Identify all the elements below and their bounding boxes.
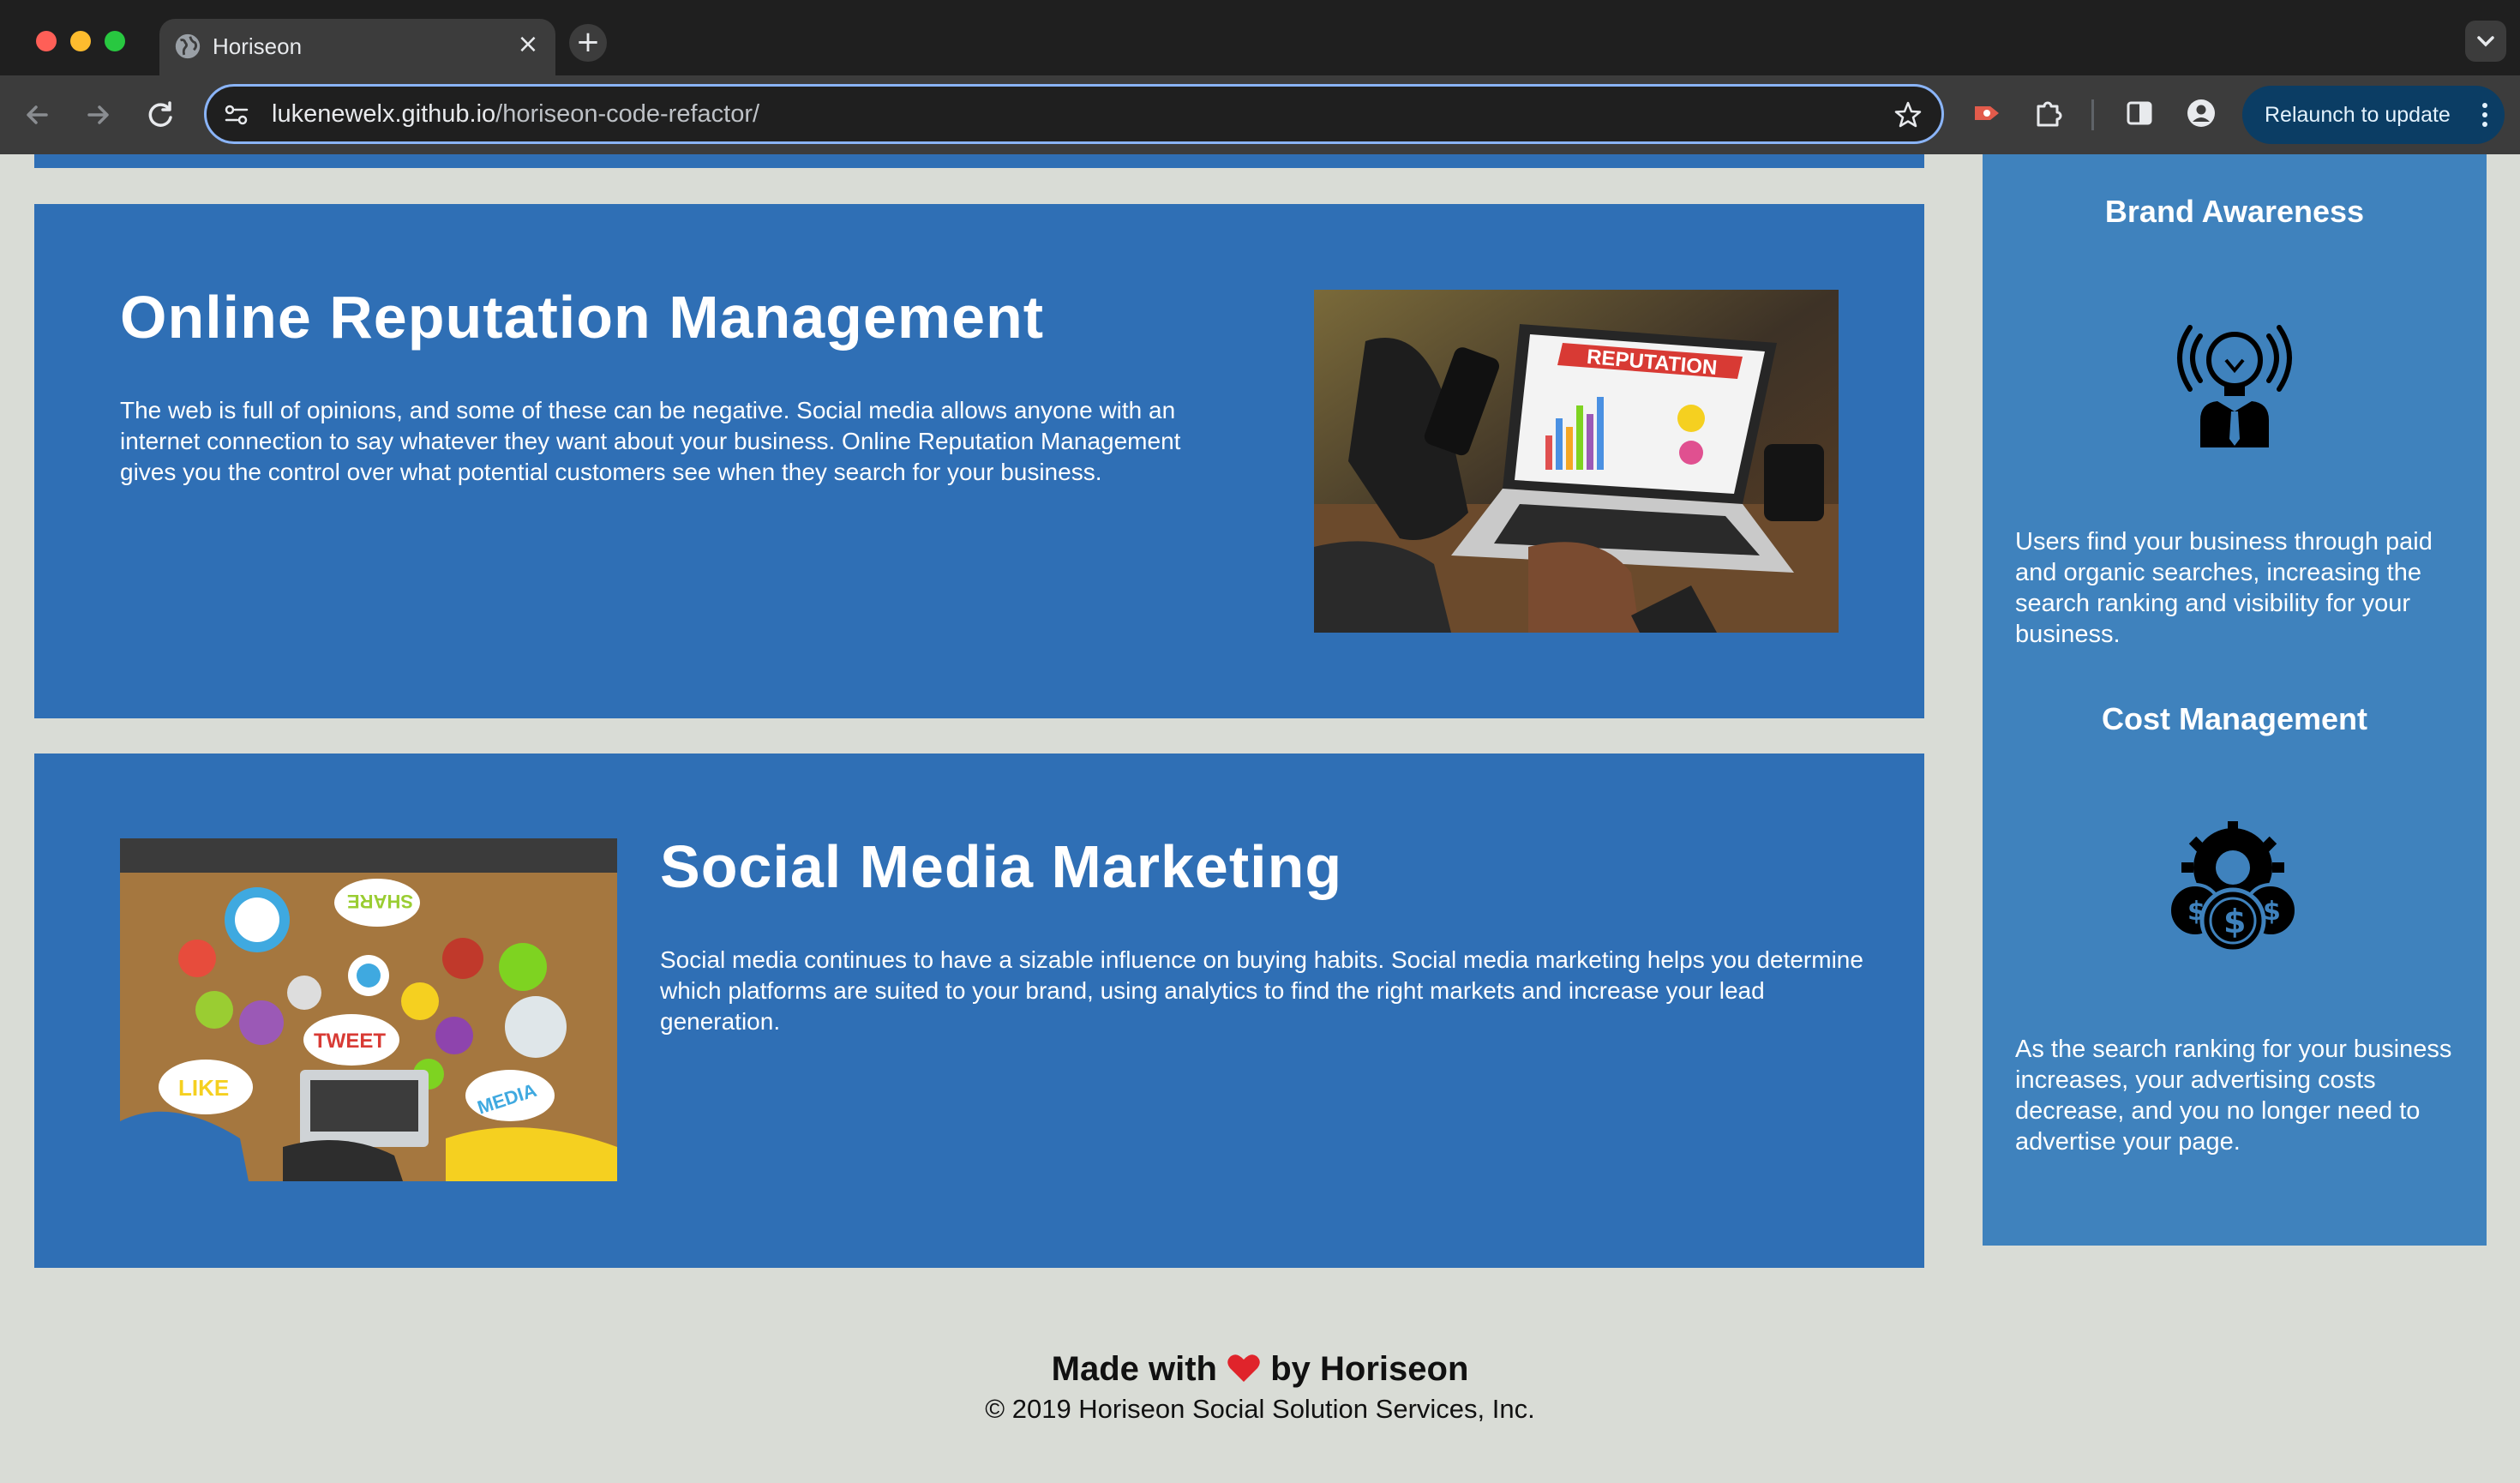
- reload-icon[interactable]: [141, 94, 182, 135]
- new-tab-button[interactable]: +: [569, 24, 607, 62]
- svg-text:$: $: [2263, 897, 2281, 927]
- back-arrow-icon[interactable]: [17, 94, 58, 135]
- section-body: Social media continues to have a sizable…: [660, 946, 1863, 1035]
- social-media-image: SHARE TWEET LIKE MEDIA: [120, 838, 617, 1181]
- tab-close-icon[interactable]: ×: [514, 31, 542, 58]
- browser-tab[interactable]: Horiseon ×: [159, 19, 555, 75]
- page-footer: Made with by Horiseon © 2019 Horiseon So…: [0, 1348, 2520, 1428]
- url-path: /horiseon-code-refactor/: [495, 100, 760, 128]
- section-title: Social Media Marketing: [660, 833, 1343, 900]
- benefit-body: Users find your business through paid an…: [2015, 528, 2433, 648]
- made-prefix: Made with: [1051, 1350, 1217, 1388]
- made-with-line: Made with by Horiseon: [0, 1348, 2520, 1390]
- tweet-word: TWEET: [314, 1030, 386, 1053]
- maximize-window-button[interactable]: [105, 31, 125, 51]
- relaunch-to-update-button[interactable]: Relaunch to update: [2242, 86, 2505, 144]
- url-text: lukenewelx.github.io/horiseon-code-refac…: [272, 100, 759, 129]
- lightbulb-person-icon: [2177, 325, 2292, 447]
- section-body: The web is full of opinions, and some of…: [120, 397, 1181, 485]
- like-word: LIKE: [178, 1075, 229, 1101]
- bookmark-star-icon[interactable]: [1892, 99, 1924, 131]
- benefit-title: Brand Awareness: [2104, 194, 2365, 229]
- chevron-down-icon: [2477, 36, 2494, 47]
- close-window-button[interactable]: [36, 31, 57, 51]
- tab-title: Horiseon: [213, 33, 303, 59]
- side-panel-icon[interactable]: [2121, 94, 2158, 132]
- gear-coins-icon: $ $ $: [2168, 821, 2298, 954]
- heart-icon: [1227, 1354, 1260, 1382]
- site-settings-icon[interactable]: [222, 100, 251, 129]
- minimize-window-button[interactable]: [70, 31, 91, 51]
- relaunch-label: Relaunch to update: [2265, 103, 2451, 127]
- benefit-body: As the search ranking for your business …: [2015, 1036, 2452, 1156]
- more-vert-icon: [2482, 103, 2487, 127]
- extensions-puzzle-icon[interactable]: [2030, 94, 2067, 132]
- benefit-title: Cost Management: [2101, 701, 2368, 736]
- url-host: lukenewelx.github.io: [272, 100, 496, 128]
- svg-text:$: $: [2223, 903, 2246, 940]
- svg-text:$: $: [2187, 897, 2205, 927]
- page-viewport[interactable]: Online Reputation Management The web is …: [0, 154, 2520, 1483]
- share-word: SHARE: [347, 891, 413, 912]
- section-online-reputation-management: Online Reputation Management The web is …: [34, 204, 1924, 718]
- section-social-media-marketing: SHARE TWEET LIKE MEDIA Social Media Mark…: [34, 754, 1924, 1268]
- browser-toolbar: lukenewelx.github.io/horiseon-code-refac…: [0, 75, 2520, 154]
- browser-titlebar: Horiseon × +: [0, 0, 2520, 75]
- previous-section-edge: [34, 154, 1924, 168]
- benefits-sidebar: Brand Awareness Users find your business…: [1983, 154, 2487, 1246]
- made-suffix: by Horiseon: [1270, 1350, 1469, 1388]
- forward-arrow-icon[interactable]: [77, 94, 118, 135]
- profile-avatar-icon[interactable]: [2182, 94, 2220, 132]
- globe-icon: [175, 33, 201, 59]
- address-bar[interactable]: lukenewelx.github.io/horiseon-code-refac…: [204, 84, 1944, 144]
- toolbar-divider: [2091, 99, 2094, 130]
- copyright-text: © 2019 Horiseon Social Solution Services…: [985, 1394, 1535, 1424]
- tab-search-button[interactable]: [2465, 21, 2506, 62]
- reputation-laptop-image: REPUTATION: [1314, 290, 1839, 633]
- recording-extension-icon[interactable]: [1968, 94, 2006, 132]
- section-title: Online Reputation Management: [120, 284, 1045, 351]
